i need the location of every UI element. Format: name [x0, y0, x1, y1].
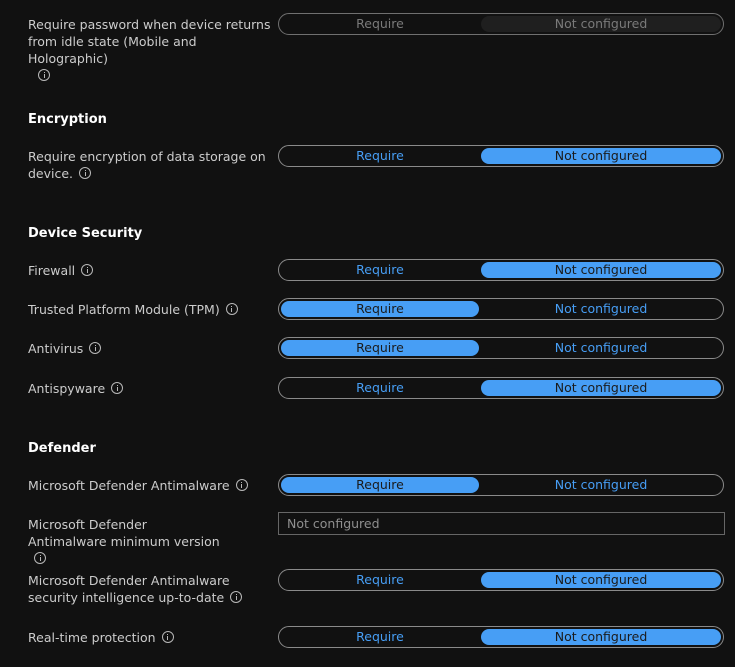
tpm-label: Trusted Platform Module (TPM) — [28, 301, 273, 318]
option-not-configured[interactable]: Not configured — [481, 477, 721, 493]
encryption-toggle[interactable]: Require Not configured — [278, 145, 724, 167]
realtime-protection-label: Real-time protection — [28, 629, 273, 646]
defender-intel-label: Microsoft Defender Antimalware security … — [28, 572, 273, 606]
option-not-configured[interactable]: Not configured — [481, 16, 721, 32]
section-heading-defender: Defender — [28, 441, 96, 456]
option-not-configured[interactable]: Not configured — [481, 340, 721, 356]
info-icon[interactable] — [235, 479, 248, 491]
idle-password-toggle[interactable]: Require Not configured — [278, 13, 724, 35]
section-heading-encryption: Encryption — [28, 112, 107, 127]
option-not-configured[interactable]: Not configured — [481, 262, 721, 278]
option-require[interactable]: Require — [281, 340, 479, 356]
option-require[interactable]: Require — [281, 380, 479, 396]
option-not-configured[interactable]: Not configured — [481, 148, 721, 164]
realtime-protection-toggle[interactable]: Require Not configured — [278, 626, 724, 648]
firewall-toggle[interactable]: Require Not configured — [278, 259, 724, 281]
defender-intel-toggle[interactable]: Require Not configured — [278, 569, 724, 591]
info-icon[interactable] — [79, 167, 92, 179]
encryption-label: Require encryption of data storage on de… — [28, 149, 266, 181]
option-not-configured[interactable]: Not configured — [481, 380, 721, 396]
antispyware-toggle[interactable]: Require Not configured — [278, 377, 724, 399]
option-not-configured[interactable]: Not configured — [481, 572, 721, 588]
info-icon[interactable] — [161, 631, 174, 643]
info-icon[interactable] — [38, 69, 50, 81]
option-not-configured[interactable]: Not configured — [481, 629, 721, 645]
info-icon[interactable] — [111, 382, 124, 394]
info-icon[interactable] — [89, 342, 102, 354]
antivirus-toggle[interactable]: Require Not configured — [278, 337, 724, 359]
option-require[interactable]: Require — [281, 16, 479, 32]
section-heading-device-security: Device Security — [28, 226, 143, 241]
defender-antimalware-toggle[interactable]: Require Not configured — [278, 474, 724, 496]
option-require[interactable]: Require — [281, 301, 479, 317]
info-icon[interactable] — [230, 591, 243, 603]
tpm-toggle[interactable]: Require Not configured — [278, 298, 724, 320]
option-require[interactable]: Require — [281, 262, 479, 278]
info-icon[interactable] — [81, 264, 94, 276]
defender-antimalware-label: Microsoft Defender Antimalware — [28, 477, 273, 494]
antivirus-label: Antivirus — [28, 340, 273, 357]
idle-password-label: Require password when device returns fro… — [28, 16, 273, 84]
info-icon[interactable] — [34, 552, 46, 564]
info-icon[interactable] — [225, 303, 238, 315]
defender-min-version-label: Microsoft Defender Antimalware minimum v… — [28, 516, 228, 567]
option-require[interactable]: Require — [281, 148, 479, 164]
defender-min-version-input[interactable]: Not configured — [278, 512, 725, 535]
option-require[interactable]: Require — [281, 629, 479, 645]
firewall-label: Firewall — [28, 262, 273, 279]
option-require[interactable]: Require — [281, 477, 479, 493]
antispyware-label: Antispyware — [28, 380, 273, 397]
option-require[interactable]: Require — [281, 572, 479, 588]
option-not-configured[interactable]: Not configured — [481, 301, 721, 317]
